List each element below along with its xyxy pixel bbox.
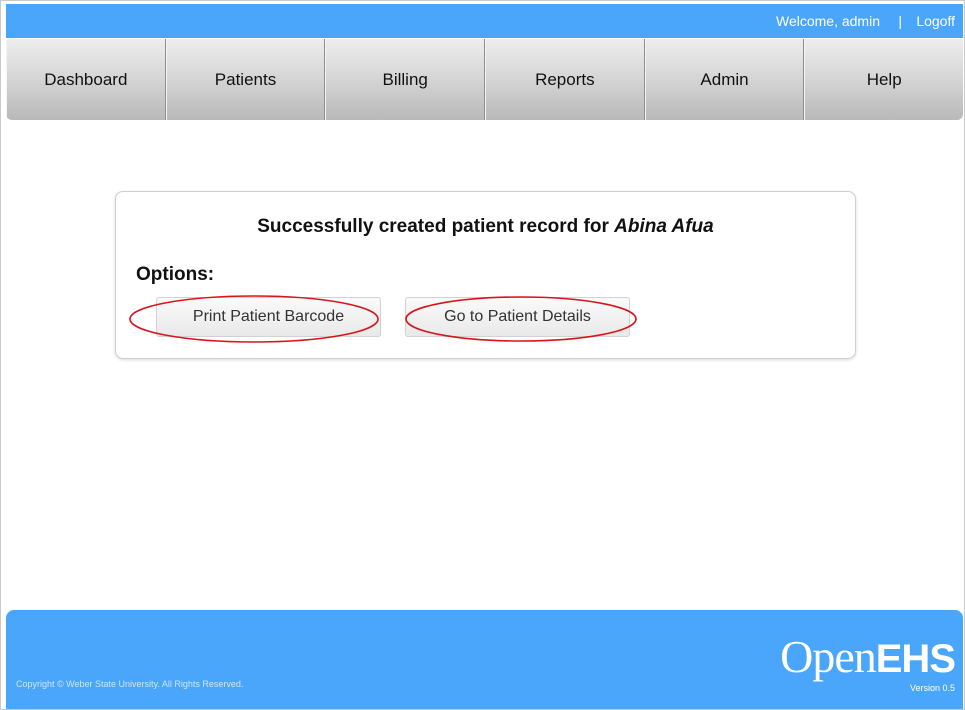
logo-ehs: EHS bbox=[875, 637, 956, 681]
nav-reports[interactable]: Reports bbox=[485, 39, 645, 120]
logoff-link[interactable]: Logoff bbox=[916, 13, 955, 29]
top-bar: Welcome, admin | Logoff bbox=[6, 4, 963, 38]
print-barcode-button[interactable]: Print Patient Barcode bbox=[156, 297, 381, 337]
success-message: Successfully created patient record for … bbox=[116, 216, 855, 238]
patient-details-button[interactable]: Go to Patient Details bbox=[405, 297, 630, 337]
patient-name: Abina Afua bbox=[614, 216, 714, 237]
topbar-separator: | bbox=[898, 13, 902, 29]
welcome-text: Welcome, admin bbox=[775, 13, 880, 29]
logo-open: Open bbox=[780, 631, 877, 682]
options-label: Options: bbox=[136, 264, 215, 285]
nav-patients[interactable]: Patients bbox=[165, 39, 326, 120]
copyright-text: Copyright © Weber State University. All … bbox=[16, 679, 244, 689]
success-card: Successfully created patient record for … bbox=[115, 191, 856, 359]
openehs-logo: OpenEHS bbox=[780, 631, 956, 682]
nav-help[interactable]: Help bbox=[804, 39, 963, 120]
footer: Copyright © Weber State University. All … bbox=[6, 610, 963, 709]
app-frame: Welcome, admin | Logoff Dashboard Patien… bbox=[0, 0, 965, 710]
success-message-text: Successfully created patient record for bbox=[257, 216, 615, 237]
main-nav: Dashboard Patients Billing Reports Admin… bbox=[6, 39, 963, 120]
nav-billing[interactable]: Billing bbox=[325, 39, 486, 120]
nav-admin[interactable]: Admin bbox=[644, 39, 805, 120]
nav-dashboard[interactable]: Dashboard bbox=[6, 39, 166, 120]
version-text: Version 0.5 bbox=[909, 683, 955, 693]
